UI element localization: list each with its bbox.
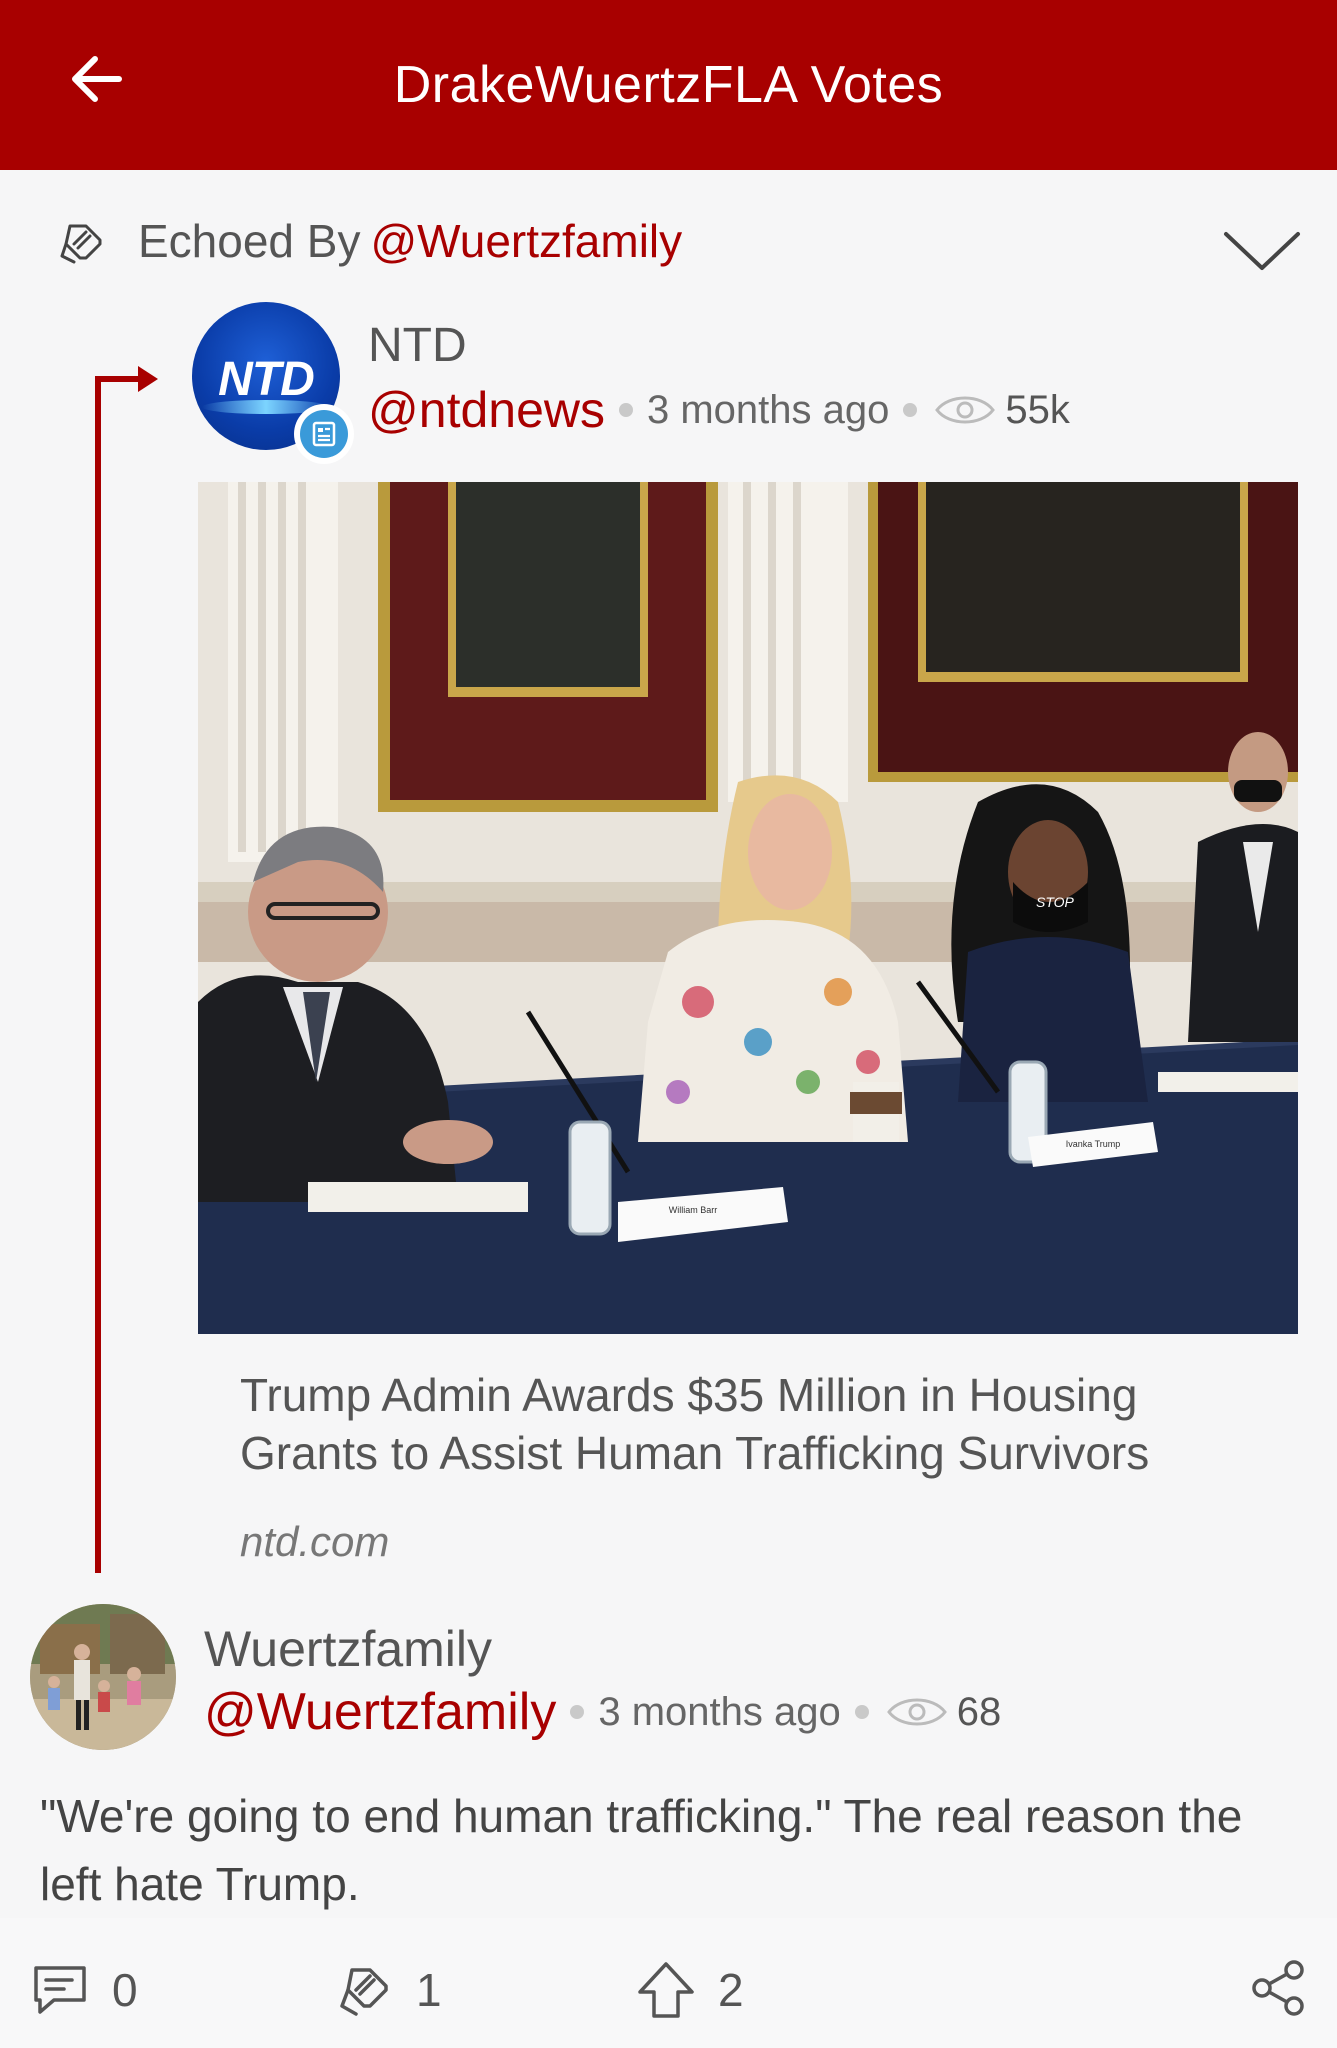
comment-count: 0 bbox=[112, 1964, 138, 2016]
comment-button[interactable]: 0 bbox=[30, 1958, 138, 2022]
post-text: "We're going to end human trafficking." … bbox=[40, 1790, 1243, 1910]
placard-right: Ivanka Trump bbox=[1066, 1139, 1121, 1149]
thread-line bbox=[95, 378, 101, 1573]
view-count: 68 bbox=[956, 1689, 1002, 1734]
post-meta: @ntdnews 3 months ago 55k bbox=[368, 380, 1070, 440]
article-image[interactable]: STOP William Barr Ivanka Trump bbox=[198, 482, 1298, 1334]
link-domain[interactable]: ntd.com bbox=[240, 1518, 389, 1566]
share-icon[interactable] bbox=[1248, 1958, 1308, 2018]
echo-button[interactable]: 1 bbox=[334, 1958, 442, 2022]
page-title: DrakeWuertzFLA Votes bbox=[393, 56, 944, 114]
echo-icon bbox=[60, 224, 102, 264]
upvote-button[interactable]: 2 bbox=[636, 1958, 744, 2022]
comment-icon bbox=[34, 1966, 86, 2014]
eye-icon bbox=[935, 396, 996, 424]
author-name[interactable]: NTD bbox=[368, 318, 467, 373]
chevron-down-icon[interactable] bbox=[1222, 228, 1302, 274]
echoed-by-label: Echoed By bbox=[138, 215, 361, 267]
mask-text: STOP bbox=[1036, 894, 1075, 910]
avatar[interactable] bbox=[30, 1604, 176, 1750]
news-badge-icon bbox=[294, 404, 354, 464]
vote-count: 2 bbox=[718, 1964, 744, 2016]
back-arrow-icon[interactable] bbox=[62, 44, 132, 114]
thread-arrow-icon bbox=[138, 366, 158, 392]
post-time: 3 months ago bbox=[598, 1689, 841, 1734]
view-count: 55k bbox=[1005, 387, 1070, 432]
post-meta: @Wuertzfamily 3 months ago 68 bbox=[204, 1680, 1001, 1744]
author-name[interactable]: Wuertzfamily bbox=[204, 1620, 492, 1678]
ntd-logo-text: NTD bbox=[218, 353, 315, 406]
echoed-by-row: Echoed By @Wuertzfamily bbox=[0, 200, 1337, 290]
post-time: 3 months ago bbox=[647, 387, 890, 432]
author-handle[interactable]: @ntdnews bbox=[368, 381, 605, 439]
app-header: DrakeWuertzFLA Votes bbox=[0, 0, 1337, 170]
link-title[interactable]: Trump Admin Awards $35 Million in Housin… bbox=[240, 1366, 1260, 1482]
echo-icon bbox=[340, 1968, 388, 2016]
author-handle[interactable]: @Wuertzfamily bbox=[204, 1682, 556, 1742]
echoed-by-handle[interactable]: @Wuertzfamily bbox=[370, 215, 682, 267]
upvote-arrow-icon bbox=[638, 1962, 694, 2018]
echo-count: 1 bbox=[416, 1964, 442, 2016]
eye-icon bbox=[886, 1698, 947, 1726]
echoed-by-text: Echoed By @Wuertzfamily bbox=[138, 214, 682, 268]
placard-left: William Barr bbox=[669, 1205, 718, 1215]
